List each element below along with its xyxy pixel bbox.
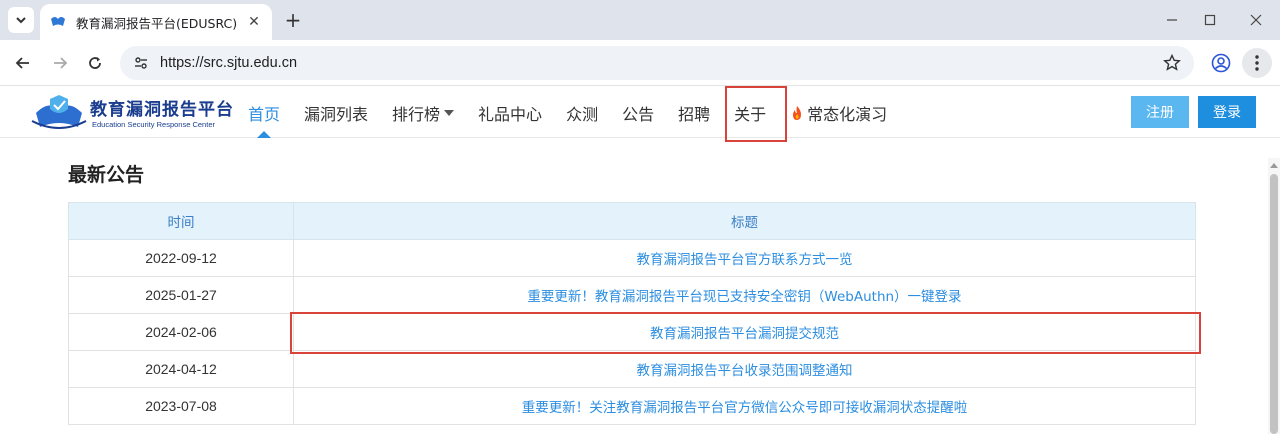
row-date: 2022-09-12 xyxy=(68,239,294,277)
logo-title-cn: 教育漏洞报告平台 xyxy=(90,100,234,120)
browser-tab[interactable]: 教育漏洞报告平台(EDUSRC) ✕ xyxy=(40,4,272,40)
nav-vuln-list[interactable]: 漏洞列表 xyxy=(292,87,380,138)
profile-icon[interactable] xyxy=(1210,52,1232,74)
maximize-icon[interactable] xyxy=(1200,10,1220,30)
new-tab-icon[interactable]: + xyxy=(282,8,304,32)
row-title-link[interactable]: 教育漏洞报告平台收录范围调整通知 xyxy=(293,350,1196,388)
site-header: 教育漏洞报告平台 Education Security Response Cen… xyxy=(0,87,1280,138)
nav-label: 排行榜 xyxy=(392,104,441,124)
annotation-box-about xyxy=(725,86,787,142)
nav-label: 礼品中心 xyxy=(478,104,543,124)
chevron-down-icon xyxy=(16,17,26,24)
table-row: 2023-07-08 重要更新！关注教育漏洞报告平台官方微信公众号即可接收漏洞状… xyxy=(68,387,1196,425)
table-row: 2022-09-12 教育漏洞报告平台官方联系方式一览 xyxy=(68,239,1196,277)
flame-icon xyxy=(793,105,802,120)
row-title-link[interactable]: 重要更新！教育漏洞报告平台现已支持安全密钥（WebAuthn）一键登录 xyxy=(293,276,1196,314)
row-title-link[interactable]: 重要更新！关注教育漏洞报告平台官方微信公众号即可接收漏洞状态提醒啦 xyxy=(293,387,1196,425)
row-date: 2024-04-12 xyxy=(68,350,294,388)
caret-down-icon xyxy=(444,109,455,116)
nav-gift-center[interactable]: 礼品中心 xyxy=(466,87,554,138)
minimize-icon[interactable] xyxy=(1162,10,1182,30)
page-title: 最新公告 xyxy=(68,164,145,186)
nav-ranking[interactable]: 排行榜 xyxy=(380,87,466,138)
scroll-up-icon[interactable] xyxy=(1268,158,1280,172)
reload-icon[interactable] xyxy=(84,52,106,74)
tab-title: 教育漏洞报告平台(EDUSRC) xyxy=(76,15,238,31)
address-bar[interactable]: https://src.sjtu.edu.cn xyxy=(120,46,1194,80)
nav-label: 招聘 xyxy=(678,104,711,124)
row-title-link[interactable]: 教育漏洞报告平台官方联系方式一览 xyxy=(293,239,1196,277)
column-header-time: 时间 xyxy=(68,202,294,240)
close-window-icon[interactable] xyxy=(1246,10,1266,30)
back-icon[interactable] xyxy=(12,52,34,74)
nav-label: 首页 xyxy=(248,104,281,124)
bookmark-star-icon[interactable] xyxy=(1162,53,1182,73)
nav-label: 常态化演习 xyxy=(807,104,888,124)
site-settings-icon[interactable] xyxy=(128,50,154,76)
close-tab-icon[interactable]: ✕ xyxy=(246,14,262,30)
nav-label: 公告 xyxy=(622,104,655,124)
main-nav: 首页 漏洞列表 排行榜 礼品中心 众测 公告 招聘 关于 常态化演习 xyxy=(236,87,899,138)
nav-label: 众测 xyxy=(566,104,599,124)
row-date: 2025-01-27 xyxy=(68,276,294,314)
table-row: 2024-04-12 教育漏洞报告平台收录范围调整通知 xyxy=(68,350,1196,388)
nav-label: 漏洞列表 xyxy=(304,104,369,124)
column-header-title: 标题 xyxy=(293,202,1196,240)
browser-toolbar: https://src.sjtu.edu.cn xyxy=(0,40,1280,86)
register-button[interactable]: 注册 xyxy=(1131,96,1189,128)
nav-announcement[interactable]: 公告 xyxy=(610,87,666,138)
login-button[interactable]: 登录 xyxy=(1198,96,1256,128)
url-text: https://src.sjtu.edu.cn xyxy=(160,55,298,71)
site-favicon-icon xyxy=(50,14,66,30)
browser-menu-icon[interactable] xyxy=(1242,48,1272,78)
nav-home[interactable]: 首页 xyxy=(236,87,292,138)
scrollbar-thumb[interactable] xyxy=(1270,174,1278,434)
nav-recruit[interactable]: 招聘 xyxy=(666,87,722,138)
table-row: 2025-01-27 重要更新！教育漏洞报告平台现已支持安全密钥（WebAuth… xyxy=(68,276,1196,314)
site-logo[interactable]: 教育漏洞报告平台 Education Security Response Cen… xyxy=(28,93,233,133)
tab-search-button[interactable] xyxy=(8,7,34,33)
row-date: 2023-07-08 xyxy=(68,387,294,425)
shield-book-logo-icon xyxy=(31,95,87,129)
table-header-row: 时间 标题 xyxy=(68,202,1196,240)
browser-tab-bar: 教育漏洞报告平台(EDUSRC) ✕ + xyxy=(0,0,1280,40)
row-date: 2024-02-06 xyxy=(68,313,294,351)
nav-crowdtest[interactable]: 众测 xyxy=(554,87,610,138)
annotation-box-submission-rules xyxy=(290,312,1201,354)
forward-icon[interactable] xyxy=(49,52,71,74)
logo-title-en: Education Security Response Center xyxy=(92,120,215,129)
nav-drill[interactable]: 常态化演习 xyxy=(778,87,899,138)
